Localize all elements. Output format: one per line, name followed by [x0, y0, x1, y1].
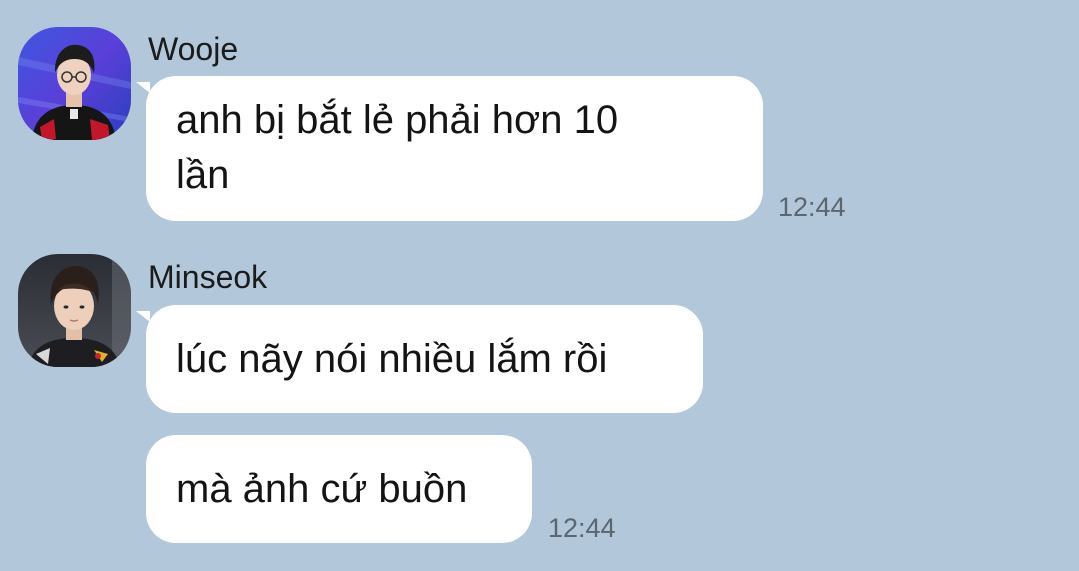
user-avatar-minseok-icon — [18, 254, 131, 367]
message-bubble[interactable]: lúc nãy nói nhiều lắm rồi — [136, 305, 703, 413]
message-bubble[interactable]: mà ảnh cứ buồn — [146, 435, 532, 543]
sender-name: Wooje — [148, 31, 239, 67]
message-bubble[interactable]: anh bị bắt lẻ phải hơn 10 lần — [136, 76, 763, 221]
avatar[interactable] — [18, 27, 131, 140]
message-timestamp: 12:44 — [778, 192, 846, 222]
message-timestamp: 12:44 — [548, 513, 616, 543]
chat-view: Wooje anh bị bắt lẻ phải hơn 10 lần 12:4… — [0, 0, 1079, 571]
sender-name: Minseok — [148, 259, 268, 295]
user-avatar-wooje-icon — [18, 27, 131, 140]
avatar[interactable] — [18, 254, 131, 367]
